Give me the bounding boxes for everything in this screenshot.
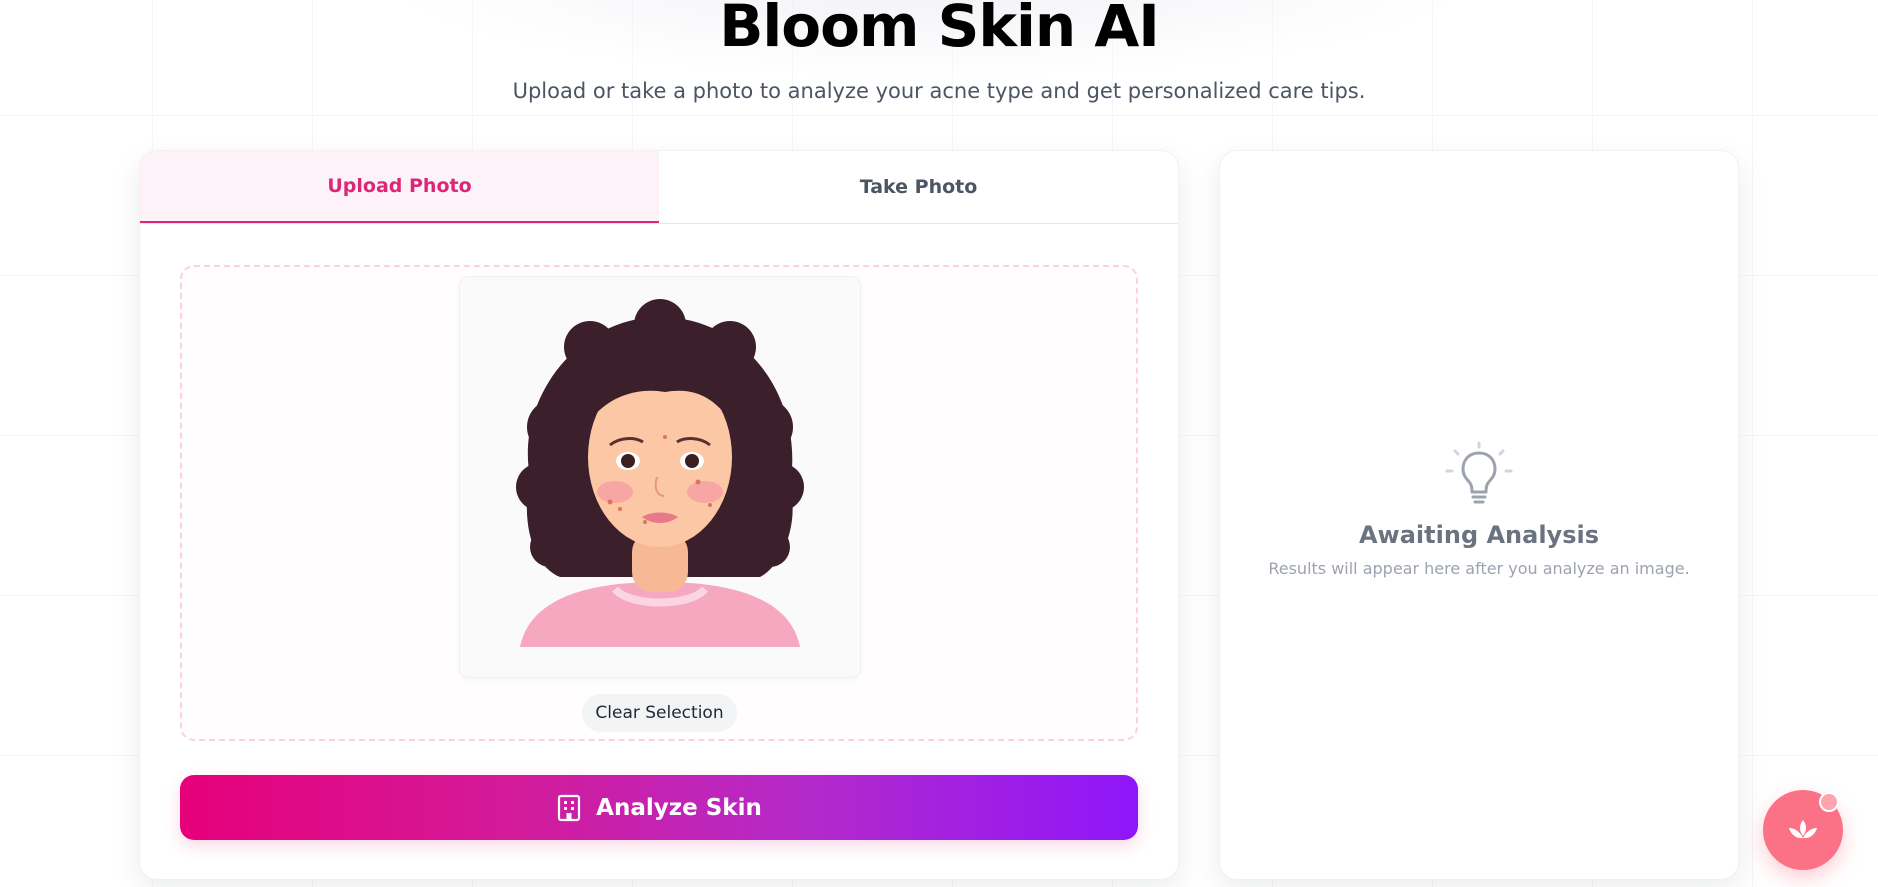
- building-icon: [556, 794, 582, 822]
- image-preview: [459, 276, 861, 678]
- awaiting-title: Awaiting Analysis: [1358, 521, 1599, 549]
- results-card: Awaiting Analysis Results will appear he…: [1219, 150, 1739, 880]
- lightbulb-icon: [1445, 441, 1513, 504]
- awaiting-message: Results will appear here after you analy…: [1268, 559, 1690, 578]
- tab-upload-photo[interactable]: Upload Photo: [140, 151, 659, 223]
- awaiting-panel: Awaiting Analysis Results will appear he…: [1220, 441, 1738, 578]
- photo-tabs: Upload Photo Take Photo: [140, 151, 1178, 224]
- assistant-fab-button[interactable]: [1763, 790, 1843, 870]
- analyze-skin-label: Analyze Skin: [596, 794, 762, 821]
- app-subtitle: Upload or take a photo to analyze your a…: [512, 79, 1366, 103]
- lotus-icon: [1789, 820, 1817, 839]
- upload-dropzone[interactable]: Clear Selection: [180, 265, 1138, 741]
- notification-badge: [1819, 792, 1839, 812]
- clear-selection-button[interactable]: Clear Selection: [582, 694, 737, 732]
- app-title: Bloom Skin AI: [719, 0, 1160, 60]
- face-illustration: [460, 277, 860, 677]
- analyze-skin-button[interactable]: Analyze Skin: [180, 775, 1138, 840]
- tab-take-photo[interactable]: Take Photo: [659, 151, 1178, 223]
- upload-card: Upload Photo Take Photo Clear Selection …: [139, 150, 1179, 880]
